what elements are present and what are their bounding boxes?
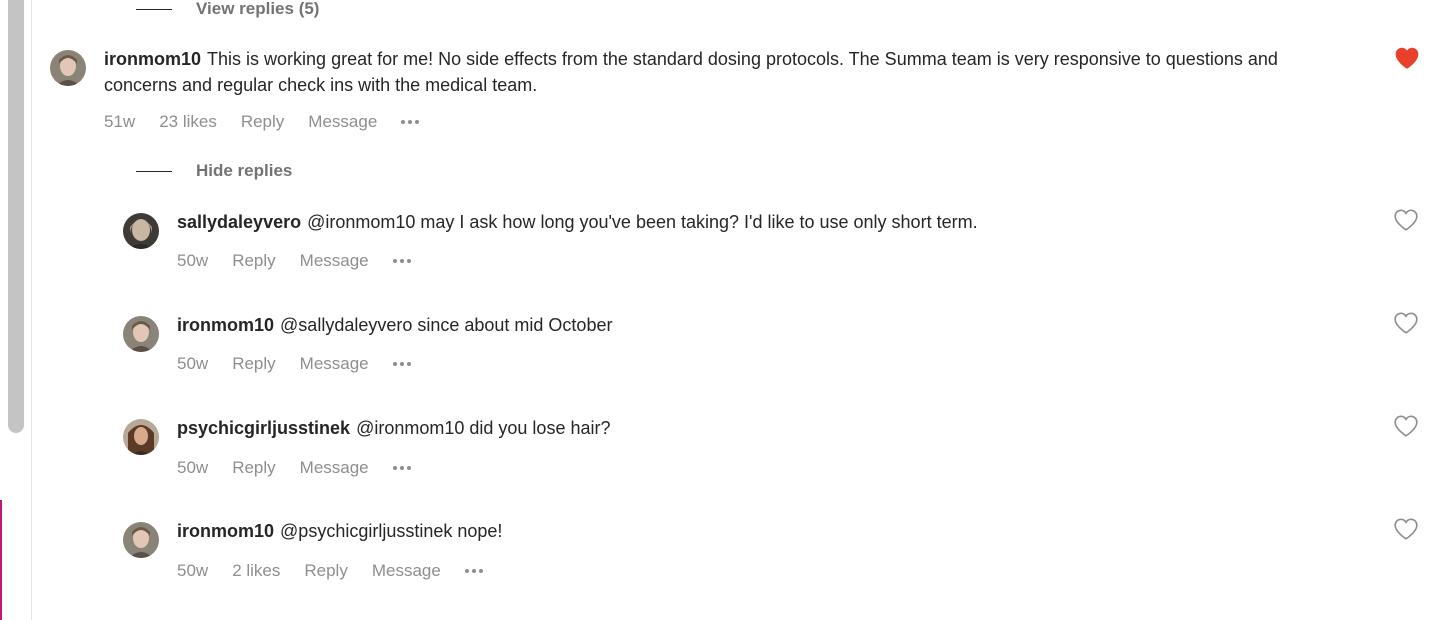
avatar[interactable] bbox=[123, 316, 159, 352]
reply-text: @psychicgirljusstinek nope! bbox=[280, 521, 503, 541]
reply-username[interactable]: sallydaleyvero bbox=[177, 212, 301, 232]
reply-button[interactable]: Reply bbox=[304, 561, 347, 581]
reply-meta: 50w Reply Message bbox=[177, 250, 435, 272]
reply-button[interactable]: Reply bbox=[232, 458, 275, 478]
comment-age[interactable]: 51w bbox=[104, 112, 135, 132]
reply-body: ironmom10 @sallydaleyvero since about mid… bbox=[177, 312, 1357, 338]
reply-body: ironmom10 @psychicgirljusstinek nope! bbox=[177, 518, 1357, 544]
reply-username[interactable]: ironmom10 bbox=[177, 315, 274, 335]
more-options-icon[interactable] bbox=[392, 362, 411, 366]
reply-meta: 50w Reply Message bbox=[177, 353, 435, 375]
more-options-icon[interactable] bbox=[401, 120, 420, 124]
more-options-icon[interactable] bbox=[392, 466, 411, 470]
avatar[interactable] bbox=[123, 419, 159, 455]
heart-filled-icon[interactable] bbox=[1394, 46, 1420, 70]
reply-button[interactable]: Reply bbox=[241, 112, 284, 132]
view-replies-toggle[interactable]: View replies (5) bbox=[136, 0, 319, 19]
heart-outline-icon[interactable] bbox=[1393, 208, 1419, 232]
message-button[interactable]: Message bbox=[300, 251, 369, 271]
reply-age[interactable]: 50w bbox=[177, 458, 208, 478]
more-options-icon[interactable] bbox=[464, 569, 483, 573]
reply-text: @sallydaleyvero since about mid October bbox=[280, 315, 613, 335]
reply-meta: 50w Reply Message bbox=[177, 457, 435, 479]
left-accent-bar bbox=[0, 500, 2, 620]
likes-count[interactable]: 23 likes bbox=[159, 112, 217, 132]
likes-count[interactable]: 2 likes bbox=[232, 561, 280, 581]
reply-username[interactable]: psychicgirljusstinek bbox=[177, 418, 350, 438]
heart-outline-icon[interactable] bbox=[1393, 414, 1419, 438]
comment-body: ironmom10 This is working great for me! N… bbox=[104, 46, 1284, 98]
reply-age[interactable]: 50w bbox=[177, 561, 208, 581]
avatar[interactable] bbox=[50, 50, 86, 86]
reply-username[interactable]: ironmom10 bbox=[177, 521, 274, 541]
reply-button[interactable]: Reply bbox=[232, 251, 275, 271]
toggle-divider-line bbox=[136, 170, 172, 172]
reply-meta: 50w 2 likes Reply Message bbox=[177, 560, 507, 582]
view-replies-label[interactable]: View replies (5) bbox=[196, 0, 319, 19]
toggle-divider-line bbox=[136, 8, 172, 10]
avatar[interactable] bbox=[123, 522, 159, 558]
comment-text: This is working great for me! No side ef… bbox=[104, 49, 1278, 95]
scrollbar-thumb[interactable] bbox=[8, 0, 24, 433]
more-options-icon[interactable] bbox=[392, 259, 411, 263]
hide-replies-label[interactable]: Hide replies bbox=[196, 161, 292, 181]
comment-meta: 51w 23 likes Reply Message bbox=[104, 111, 443, 133]
hide-replies-toggle[interactable]: Hide replies bbox=[136, 161, 292, 181]
reply-age[interactable]: 50w bbox=[177, 251, 208, 271]
heart-outline-icon[interactable] bbox=[1393, 311, 1419, 335]
message-button[interactable]: Message bbox=[308, 112, 377, 132]
avatar[interactable] bbox=[123, 213, 159, 249]
message-button[interactable]: Message bbox=[300, 354, 369, 374]
comment-username[interactable]: ironmom10 bbox=[104, 49, 201, 69]
reply-age[interactable]: 50w bbox=[177, 354, 208, 374]
reply-body: psychicgirljusstinek @ironmom10 did you l… bbox=[177, 415, 1357, 441]
reply-text: @ironmom10 did you lose hair? bbox=[356, 418, 611, 438]
heart-outline-icon[interactable] bbox=[1393, 517, 1419, 541]
reply-body: sallydaleyvero @ironmom10 may I ask how l… bbox=[177, 209, 1357, 235]
reply-text: @ironmom10 may I ask how long you've bee… bbox=[307, 212, 978, 232]
message-button[interactable]: Message bbox=[372, 561, 441, 581]
message-button[interactable]: Message bbox=[300, 458, 369, 478]
comment-thread: View replies (5) ironmom10 This is workin… bbox=[32, 0, 1440, 620]
reply-button[interactable]: Reply bbox=[232, 354, 275, 374]
